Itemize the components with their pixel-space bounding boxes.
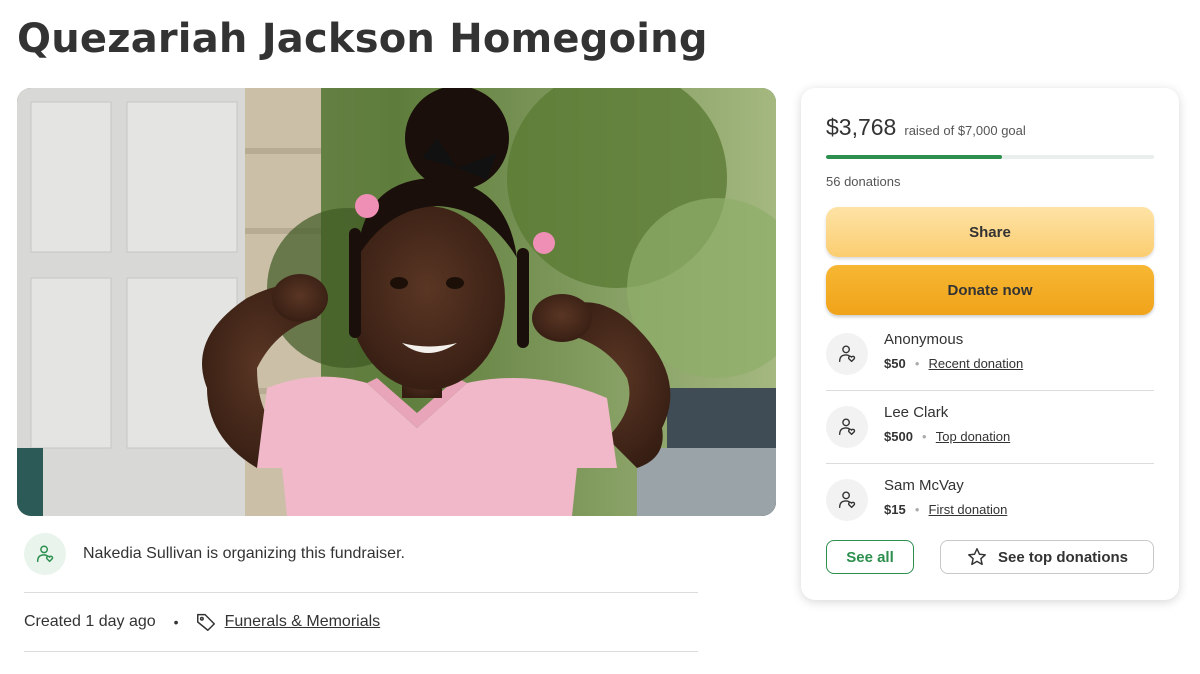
see-top-donations-label: See top donations: [997, 548, 1128, 566]
donation-amount: $15: [884, 502, 906, 517]
person-heart-icon: [826, 479, 868, 521]
bullet-separator: ●: [914, 505, 920, 514]
donation-type-link[interactable]: Top donation: [936, 429, 1010, 444]
goal-text: raised of $7,000 goal: [904, 123, 1026, 138]
person-heart-icon: [24, 533, 66, 575]
donor-name: Sam McVay: [884, 477, 964, 494]
bullet-separator: ●: [914, 359, 920, 368]
donation-item: Lee Clark $500 ● Top donation: [826, 398, 1154, 458]
divider: [826, 463, 1154, 464]
donation-item: Anonymous $50 ● Recent donation: [826, 325, 1154, 385]
see-all-button[interactable]: See all: [826, 540, 914, 574]
raised-amount: $3,768: [826, 114, 897, 140]
meta-separator: •: [173, 614, 179, 630]
donation-card: $3,768 raised of $7,000 goal 56 donation…: [801, 88, 1179, 600]
donate-now-button[interactable]: Donate now: [826, 265, 1154, 315]
divider: [826, 390, 1154, 391]
organizer-text: Nakedia Sullivan is organizing this fund…: [83, 545, 405, 562]
divider: [24, 651, 698, 652]
donation-amount: $50: [884, 356, 906, 371]
see-top-donations-button[interactable]: See top donations: [940, 540, 1154, 574]
progress-fill: [826, 155, 1003, 159]
campaign-meta: Created 1 day ago • Funerals & Memorials: [24, 610, 380, 634]
donation-type-link[interactable]: First donation: [929, 502, 1008, 517]
donor-name: Anonymous: [884, 331, 964, 348]
person-heart-icon: [826, 406, 868, 448]
donation-type-link[interactable]: Recent donation: [929, 356, 1024, 371]
donation-count: 56 donations: [826, 174, 901, 189]
person-heart-icon: [826, 333, 868, 375]
created-date: Created 1 day ago: [24, 613, 156, 630]
bullet-separator: ●: [921, 432, 927, 441]
organizer-row: Nakedia Sullivan is organizing this fund…: [24, 533, 698, 575]
donation-amount: $500: [884, 429, 913, 444]
share-button[interactable]: Share: [826, 207, 1154, 257]
donor-name: Lee Clark: [884, 404, 949, 421]
raised-summary: $3,768 raised of $7,000 goal: [826, 114, 1026, 141]
page-title: Quezariah Jackson Homegoing: [17, 16, 708, 62]
star-icon: [968, 548, 986, 566]
divider: [24, 592, 698, 593]
donation-item: Sam McVay $15 ● First donation: [826, 471, 1154, 531]
category-link[interactable]: Funerals & Memorials: [225, 613, 381, 631]
tag-icon: [196, 613, 215, 631]
progress-bar: [826, 155, 1154, 159]
campaign-photo: [17, 88, 776, 516]
